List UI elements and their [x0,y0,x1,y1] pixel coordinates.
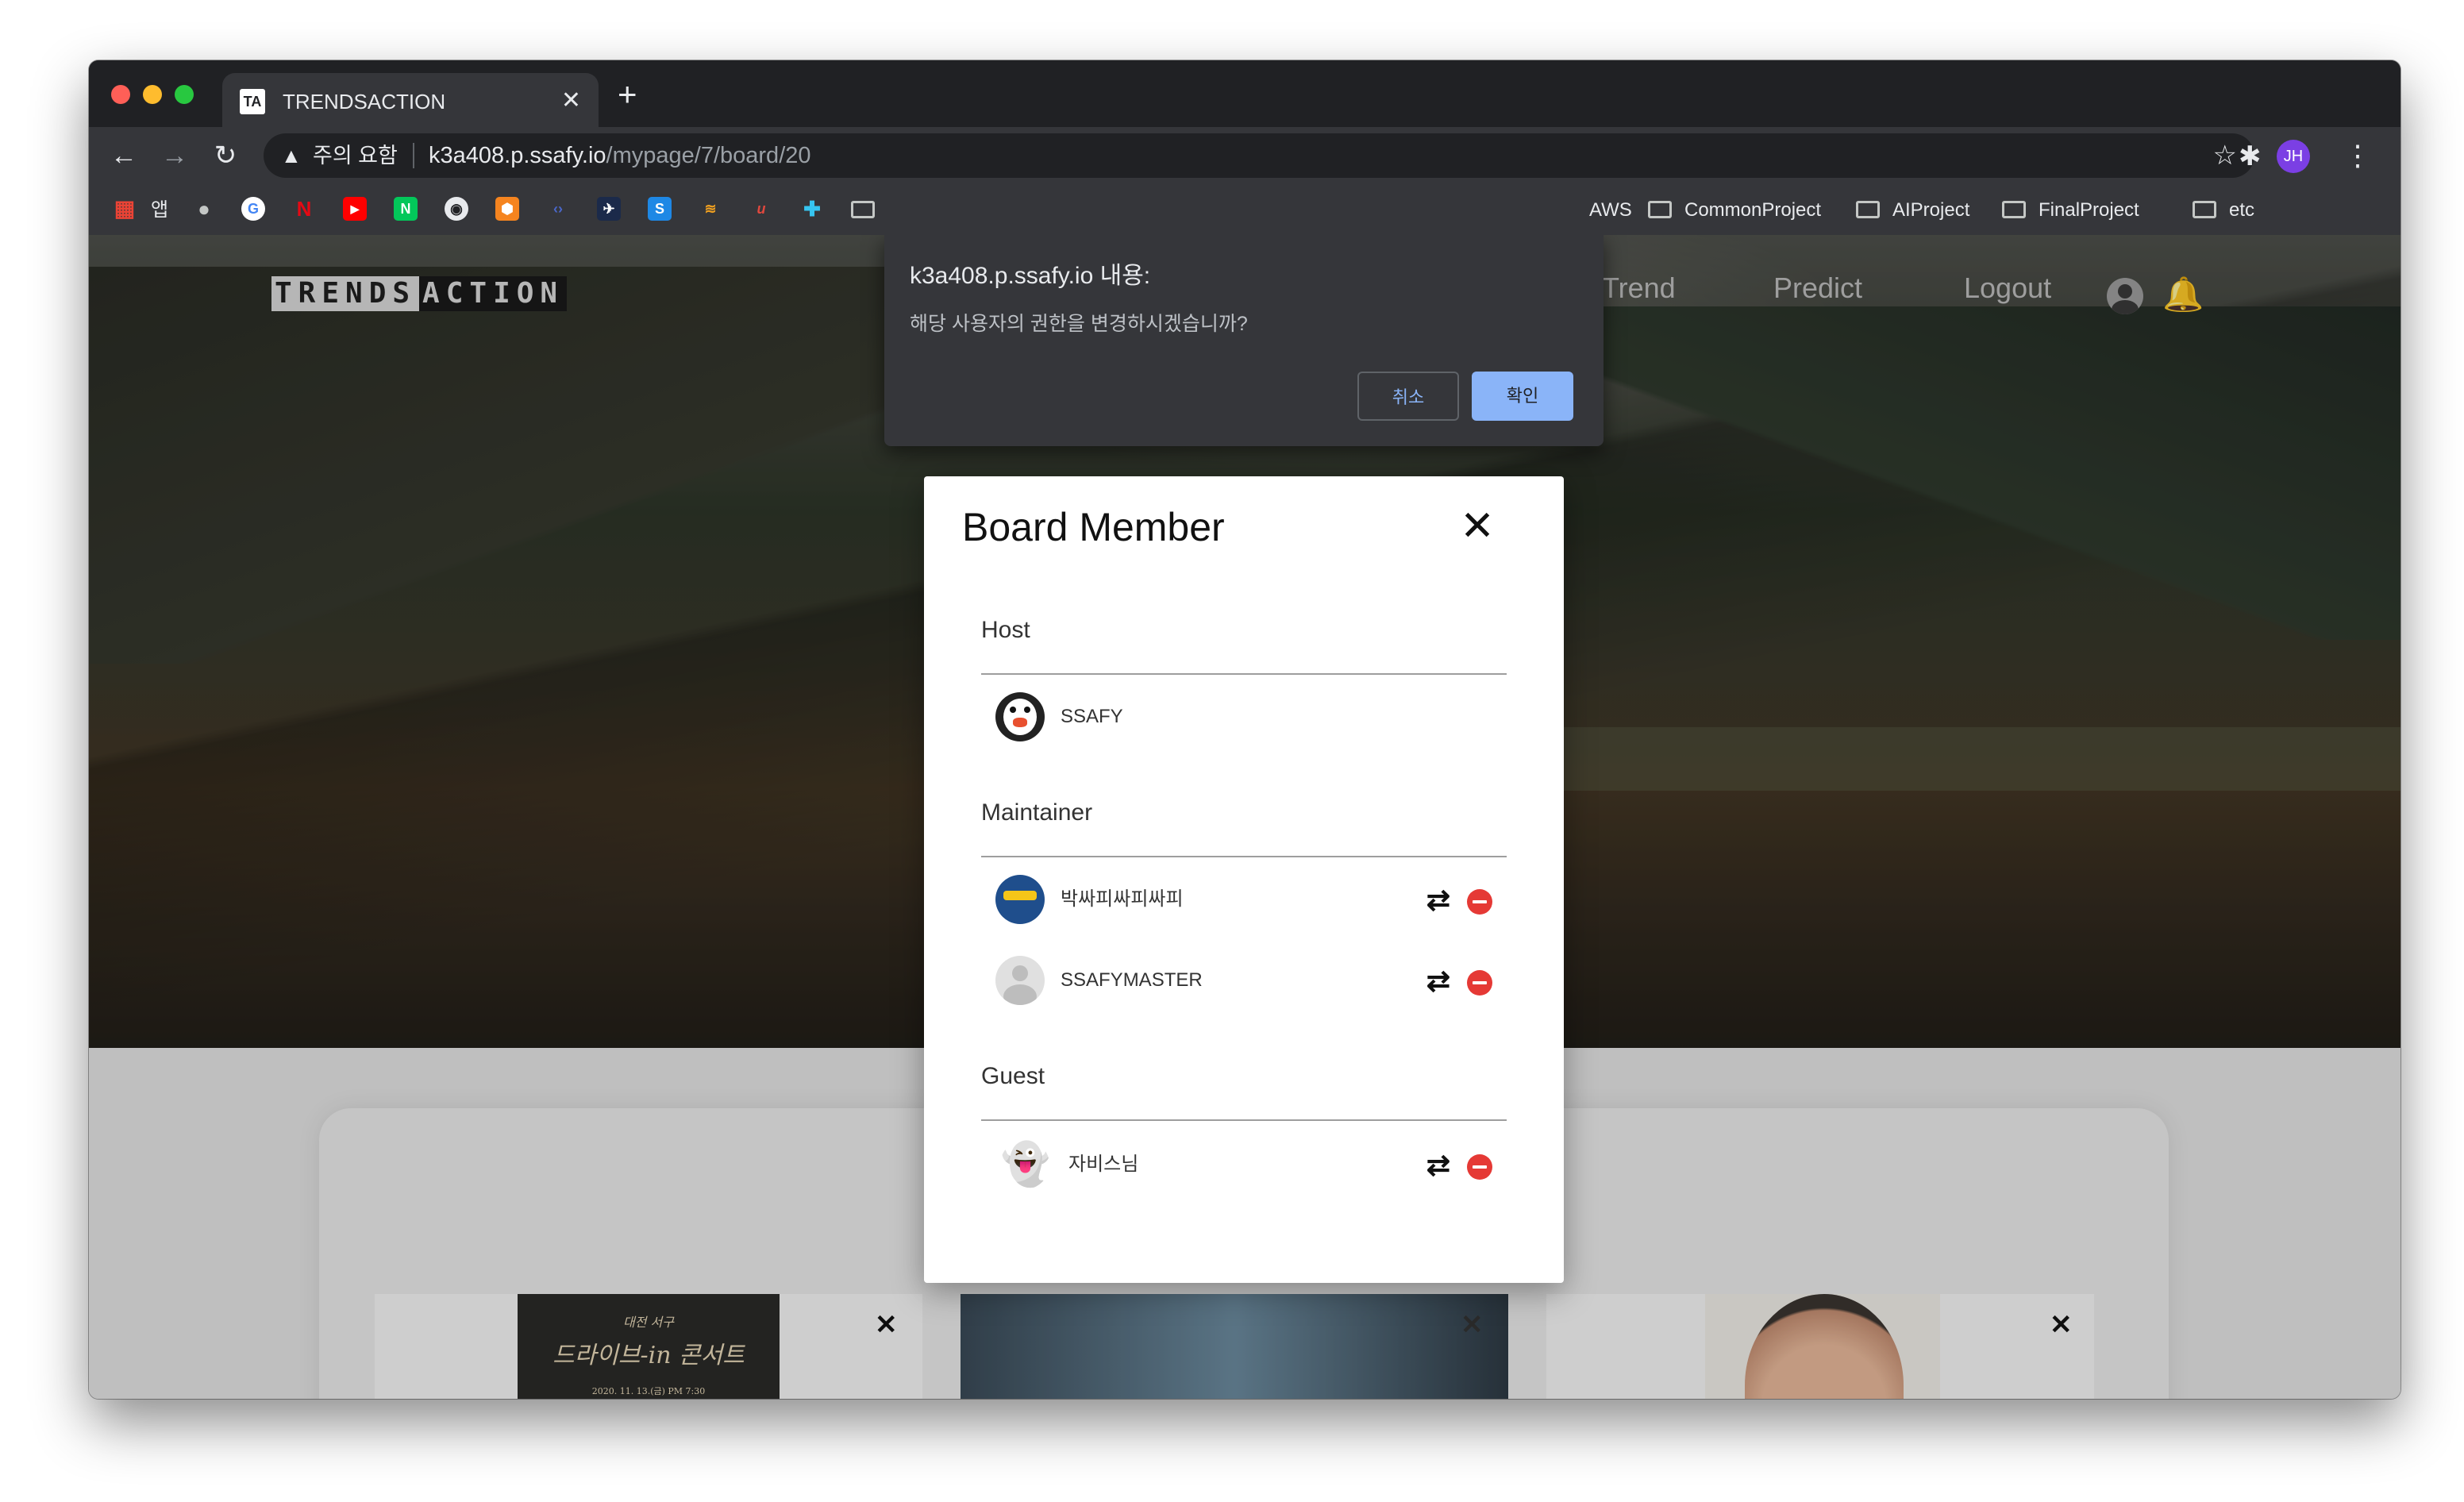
remove-member-icon[interactable] [1467,1154,1492,1180]
tab-strip: TA TRENDSACTION ✕ + [89,60,2400,127]
site-favicon-icon: TA [240,89,265,114]
change-role-icon[interactable]: ⇄ [1423,884,1454,916]
member-name: SSAFYMASTER [1061,969,1203,991]
remove-member-icon[interactable] [1467,889,1492,915]
orange-cube-bookmark-icon[interactable]: ⬢ [495,197,519,221]
folder-icon[interactable] [2002,201,2026,218]
browser-toolbar: ← → ↻ ▲ 주의 요함 k3a408.p.ssafy.io/mypage/7… [89,127,2400,186]
folder-icon[interactable] [2193,201,2216,218]
change-role-icon[interactable]: ⇄ [1423,1150,1454,1181]
extensions-puzzle-icon[interactable]: ✱ [2239,140,2262,173]
sunglasses-avatar-icon [995,875,1045,924]
forward-arrow-icon[interactable]: → [157,138,192,173]
cancel-button[interactable]: 취소 [1357,372,1459,421]
tab-close-icon[interactable]: ✕ [561,87,581,114]
default-user-avatar-icon [995,956,1045,1005]
youtube-bookmark-icon[interactable]: ▶ [343,197,367,221]
bookmark-star-icon[interactable]: ☆ [2213,140,2237,171]
dialog-message: 해당 사용자의 권한을 변경하시겠습니까? [910,313,1248,335]
github-bookmark-icon[interactable]: ◉ [445,197,468,221]
member-name: 자비스님 [1068,1153,1139,1175]
warning-triangle-icon[interactable]: ▲ [281,143,302,168]
page-content: TRENDS ACTION Trend Predict Logout 🔔 대전 서… [89,235,2400,1399]
security-warning-label[interactable]: 주의 요함 [313,143,398,168]
bookmark-folder-finalproject[interactable]: FinalProject [2039,198,2139,222]
bookmark-folder-commonproject[interactable]: CommonProject [1684,198,1821,222]
modal-title: Board Member [962,505,1225,549]
browser-window: TA TRENDSACTION ✕ + ← → ↻ ▲ 주의 요함 k3a408… [89,60,2400,1399]
member-name: 박싸피싸피싸피 [1061,888,1184,910]
url-path: /mypage/7/board/20 [606,143,811,168]
naver-bookmark-icon[interactable]: N [394,197,418,221]
dialog-title: k3a408.p.ssafy.io 내용: [910,263,1151,289]
url-host: k3a408.p.ssafy.io [429,143,606,168]
reload-icon[interactable]: ↻ [208,138,243,173]
section-host-label: Host [981,617,1030,643]
close-icon[interactable]: ✕ [1456,505,1499,548]
remove-member-icon[interactable] [1467,970,1492,996]
swift-bookmark-icon[interactable]: ✈ [597,197,621,221]
zoom-window-button[interactable] [175,85,194,104]
member-name: SSAFY [1061,706,1123,727]
browser-menu-icon[interactable]: ⋮ [2343,137,2372,175]
address-bar[interactable]: ▲ 주의 요함 k3a408.p.ssafy.io/mypage/7/board… [264,133,2254,178]
s-bookmark-icon[interactable]: S [648,197,672,221]
profile-avatar[interactable]: JH [2277,140,2310,173]
confirm-dialog: k3a408.p.ssafy.io 내용: 해당 사용자의 권한을 변경하시겠습… [884,235,1604,446]
slack-bookmark-icon[interactable]: ✚ [800,197,824,221]
folder-icon[interactable] [1856,201,1880,218]
bookmarks-bar: ▦ 앱 ● G N ▶ N ◉ ⬢ ‹› ✈ S ≋ u ✚ AWS Commo… [89,186,2400,236]
stack-bookmark-icon[interactable]: ≋ [699,197,722,221]
url-text[interactable]: k3a408.p.ssafy.io/mypage/7/board/20 [429,142,811,169]
folder-icon[interactable] [851,201,875,218]
apps-grid-icon[interactable]: ▦ [113,197,137,221]
address-separator [413,143,414,168]
folder-icon[interactable] [1648,201,1672,218]
bookmark-folder-aws[interactable]: AWS [1589,198,1632,222]
section-divider [981,1119,1507,1121]
penguin-avatar-icon [995,692,1045,741]
confirm-button[interactable]: 확인 [1472,372,1573,421]
code-bookmark-icon[interactable]: ‹› [546,197,570,221]
apple-bookmark-icon[interactable]: ● [192,197,216,221]
section-maintainer-label: Maintainer [981,799,1093,826]
tab-title: TRENDSACTION [283,90,446,114]
netflix-bookmark-icon[interactable]: N [292,197,316,221]
bookmark-folder-aiproject[interactable]: AIProject [1892,198,1969,222]
change-role-icon[interactable]: ⇄ [1423,965,1454,997]
section-divider [981,673,1507,675]
minimize-window-button[interactable] [143,85,162,104]
section-guest-label: Guest [981,1063,1045,1089]
bookmark-apps[interactable]: 앱 [151,198,168,222]
close-window-button[interactable] [111,85,130,104]
board-member-modal: Board Member ✕ Host SSAFY Maintainer 박싸피… [924,476,1564,1283]
u-bookmark-icon[interactable]: u [749,197,773,221]
back-arrow-icon[interactable]: ← [106,138,141,173]
ghost-avatar-icon: 👻 [1000,1142,1049,1188]
browser-tab[interactable]: TA TRENDSACTION ✕ [222,73,599,127]
bookmark-folder-etc[interactable]: etc [2229,198,2254,222]
google-bookmark-icon[interactable]: G [241,197,265,221]
new-tab-button[interactable]: + [618,78,637,111]
section-divider [981,856,1507,857]
